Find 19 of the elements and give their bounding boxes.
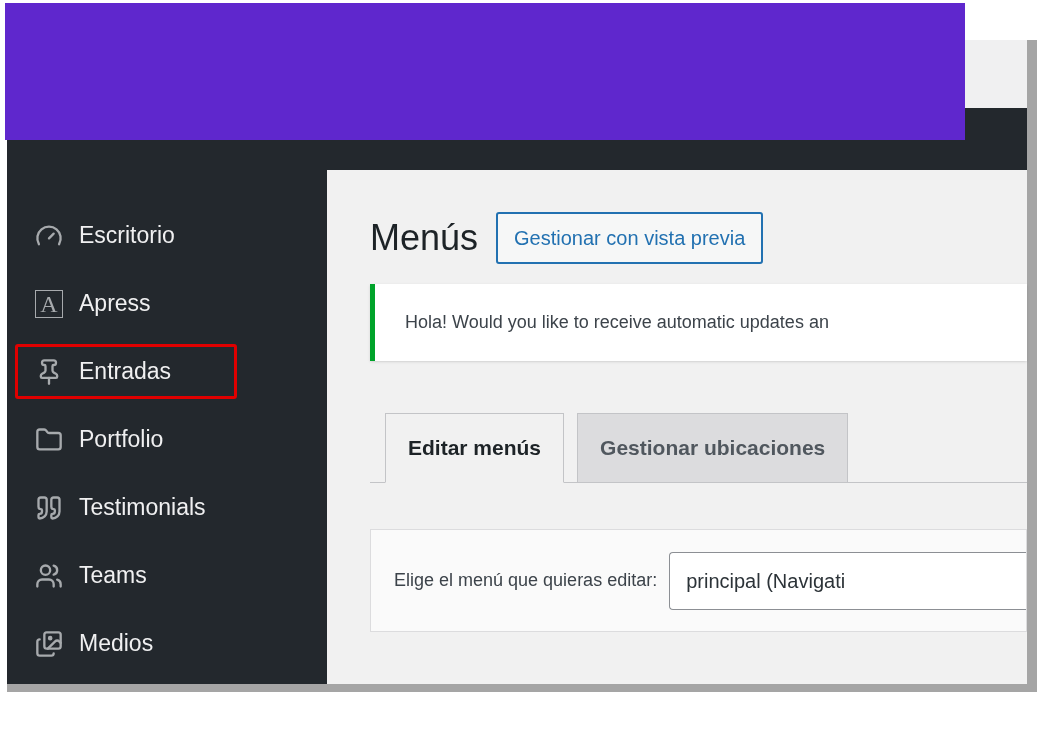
preview-button[interactable]: Gestionar con vista previa — [496, 212, 764, 264]
sidebar-item[interactable]: A Apress — [15, 276, 237, 331]
letter-icon: A — [35, 289, 63, 318]
menu-select-field[interactable]: principal (Navigati — [669, 551, 1026, 610]
sidebar-item[interactable]: Portfolio — [15, 412, 237, 467]
images-icon — [35, 629, 63, 658]
people-icon — [35, 561, 63, 590]
notice-text: Hola! Would you like to receive automatic updates an — [405, 311, 829, 334]
folder-icon — [35, 425, 63, 454]
sidebar-item[interactable]: Escritorio — [15, 208, 237, 263]
tab[interactable]: Gestionar ubicaciones — [577, 413, 849, 483]
sidebar-item[interactable]: Testimonials — [15, 480, 237, 535]
quote-icon — [35, 493, 63, 522]
menu-select-label: Elige el menú que quieras editar: — [394, 569, 658, 592]
tab[interactable]: Editar menús — [385, 413, 565, 483]
sidebar-item[interactable]: Teams — [15, 548, 237, 603]
sidebar-item[interactable]: Medios — [15, 616, 237, 671]
sidebar-item[interactable]: Entradas — [15, 344, 237, 399]
page-title: Menús — [370, 220, 479, 256]
